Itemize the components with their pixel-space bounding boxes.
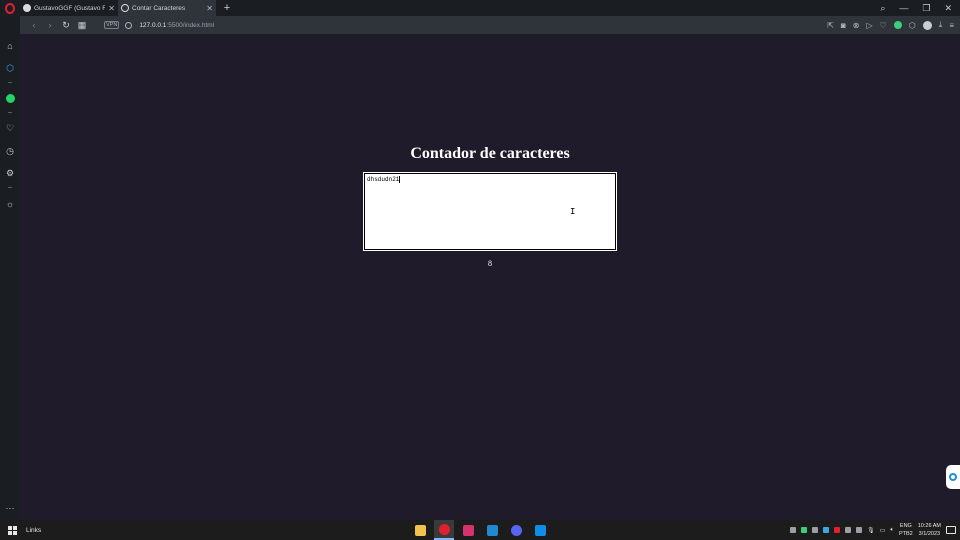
tab-title: GustavoGGF (Gustavo Freit bbox=[34, 4, 106, 12]
restore-button[interactable]: ❐ bbox=[922, 3, 930, 14]
tray-app-icon[interactable] bbox=[801, 527, 808, 533]
toolbar-tools: ⇱ ◙ ⊗ ▷ ♡ ⬡ ⤓ ≡ bbox=[827, 20, 960, 30]
more-icon[interactable]: ··· bbox=[4, 502, 16, 514]
minimize-button[interactable]: — bbox=[899, 3, 908, 13]
new-tab-button[interactable]: + bbox=[220, 2, 234, 14]
screen: GustavoGGF (Gustavo Freit ✕ Contar Carac… bbox=[0, 0, 960, 540]
teamviewer-icon[interactable] bbox=[530, 520, 550, 540]
text-caret bbox=[399, 176, 401, 183]
clock-time: 10:26 AM bbox=[917, 523, 941, 529]
input-language[interactable]: ENG PTB2 bbox=[899, 522, 913, 538]
sidebar-divider bbox=[8, 82, 12, 83]
address-bar: ‹ › ↻ ▦ VPN 127.0.0.1:5500/index.html ⇱ … bbox=[20, 16, 960, 34]
close-circle-icon[interactable]: ⊗ bbox=[853, 21, 860, 30]
windows-icon bbox=[7, 525, 17, 535]
home-icon[interactable]: ⌂ bbox=[4, 40, 16, 52]
opera-logo-icon bbox=[5, 2, 15, 14]
play-icon[interactable]: ▷ bbox=[866, 21, 872, 30]
tab-close-icon[interactable]: ✕ bbox=[206, 4, 213, 13]
tray-app-icon[interactable] bbox=[812, 527, 819, 533]
volume-icon[interactable]: 🔈︎ bbox=[890, 527, 894, 534]
tray-app-icon[interactable] bbox=[856, 527, 863, 533]
tray-app-icon[interactable] bbox=[834, 527, 841, 533]
taskbar: Links 🎙︎ ▭ 🔈︎ ENG PTB2 10:26 AM 3/1/2023 bbox=[0, 520, 960, 540]
history-icon[interactable]: ◷ bbox=[4, 145, 16, 157]
taskbar-apps bbox=[410, 520, 550, 540]
reload-button[interactable]: ↻ bbox=[58, 20, 74, 31]
url-path: :5500/index.html bbox=[166, 21, 215, 29]
tab-close-icon[interactable]: ✕ bbox=[108, 4, 115, 13]
character-count: 8 bbox=[488, 259, 492, 268]
settings-icon[interactable]: ⚙ bbox=[4, 167, 16, 179]
text-input-value: dhsdudn21 bbox=[367, 176, 400, 184]
start-button[interactable] bbox=[0, 525, 24, 535]
clock-date: 3/1/2023 bbox=[918, 531, 941, 537]
whatsapp-icon[interactable] bbox=[4, 92, 16, 104]
text-cursor-icon: I bbox=[570, 207, 576, 217]
language-code: ENG bbox=[899, 523, 912, 529]
opera-icon[interactable] bbox=[434, 520, 454, 540]
heart-icon[interactable]: ♡ bbox=[880, 21, 887, 30]
tabs-grid-button[interactable]: ▦ bbox=[74, 20, 90, 31]
url-host: 127.0.0.1 bbox=[139, 21, 167, 29]
sidebar-divider bbox=[8, 112, 12, 113]
back-button[interactable]: ‹ bbox=[26, 20, 42, 30]
tab-bar: GustavoGGF (Gustavo Freit ✕ Contar Carac… bbox=[0, 0, 960, 16]
page-title: Contador de caracteres bbox=[410, 145, 570, 162]
download-icon[interactable]: ⤓ bbox=[939, 20, 943, 30]
page-content: Contador de caracteres dhsdudn21 I 8 bbox=[20, 34, 960, 520]
sidebar-divider bbox=[8, 187, 12, 188]
notification-icon[interactable] bbox=[946, 526, 956, 534]
text-input[interactable]: dhsdudn21 bbox=[363, 172, 617, 251]
instagram-icon[interactable] bbox=[458, 520, 478, 540]
tab-title: Contar Caracteres bbox=[132, 4, 186, 12]
github-icon bbox=[23, 4, 31, 12]
vscode-icon[interactable] bbox=[482, 520, 502, 540]
tray-app-icon[interactable] bbox=[790, 527, 797, 533]
camera-icon[interactable]: ◙ bbox=[841, 21, 846, 30]
menu-icon[interactable]: ≡ bbox=[949, 21, 954, 30]
globe-icon bbox=[121, 4, 129, 12]
close-button[interactable]: ✕ bbox=[944, 3, 952, 14]
sidebar: ⌂ ⬡ ♡ ◷ ⚙ ☼ ··· bbox=[0, 16, 20, 520]
clock[interactable]: 10:26 AM 3/1/2023 bbox=[918, 522, 941, 538]
speed-dial-icon[interactable]: ⬡ bbox=[4, 62, 16, 74]
heart-icon[interactable]: ♡ bbox=[4, 122, 16, 134]
tray-app-icon[interactable] bbox=[845, 527, 852, 533]
url-field[interactable]: 127.0.0.1:5500/index.html bbox=[139, 22, 214, 29]
extension-icon[interactable] bbox=[893, 21, 902, 29]
forward-button[interactable]: › bbox=[42, 20, 58, 30]
profile-icon[interactable] bbox=[922, 20, 932, 30]
system-tray: 🎙︎ ▭ 🔈︎ ENG PTB2 10:26 AM 3/1/2023 bbox=[790, 520, 956, 540]
share-icon[interactable]: ⇱ bbox=[827, 21, 834, 30]
teamviewer-icon bbox=[949, 473, 957, 481]
tab-contar-caracteres[interactable]: Contar Caracteres ✕ bbox=[118, 0, 216, 16]
vpn-badge[interactable]: VPN bbox=[104, 21, 120, 29]
window-controls: ⌕ — ❐ ✕ bbox=[880, 3, 960, 14]
search-tabs-icon[interactable]: ⌕ bbox=[880, 3, 885, 14]
microphone-icon[interactable]: 🎙︎ bbox=[867, 527, 875, 534]
network-icon[interactable]: ▭ bbox=[880, 527, 886, 534]
teamviewer-widget[interactable] bbox=[946, 465, 960, 489]
links-toolbar[interactable]: Links bbox=[26, 527, 41, 534]
site-info-icon[interactable] bbox=[125, 21, 133, 29]
tab-github[interactable]: GustavoGGF (Gustavo Freit ✕ bbox=[20, 0, 118, 16]
tray-app-icon[interactable] bbox=[823, 527, 830, 533]
keyboard-layout: PTB2 bbox=[898, 531, 913, 537]
lightbulb-icon[interactable]: ☼ bbox=[4, 198, 16, 210]
cube-icon[interactable]: ⬡ bbox=[909, 21, 916, 30]
opera-menu-button[interactable] bbox=[0, 0, 20, 16]
file-explorer-icon[interactable] bbox=[410, 520, 430, 540]
discord-icon[interactable] bbox=[506, 520, 526, 540]
